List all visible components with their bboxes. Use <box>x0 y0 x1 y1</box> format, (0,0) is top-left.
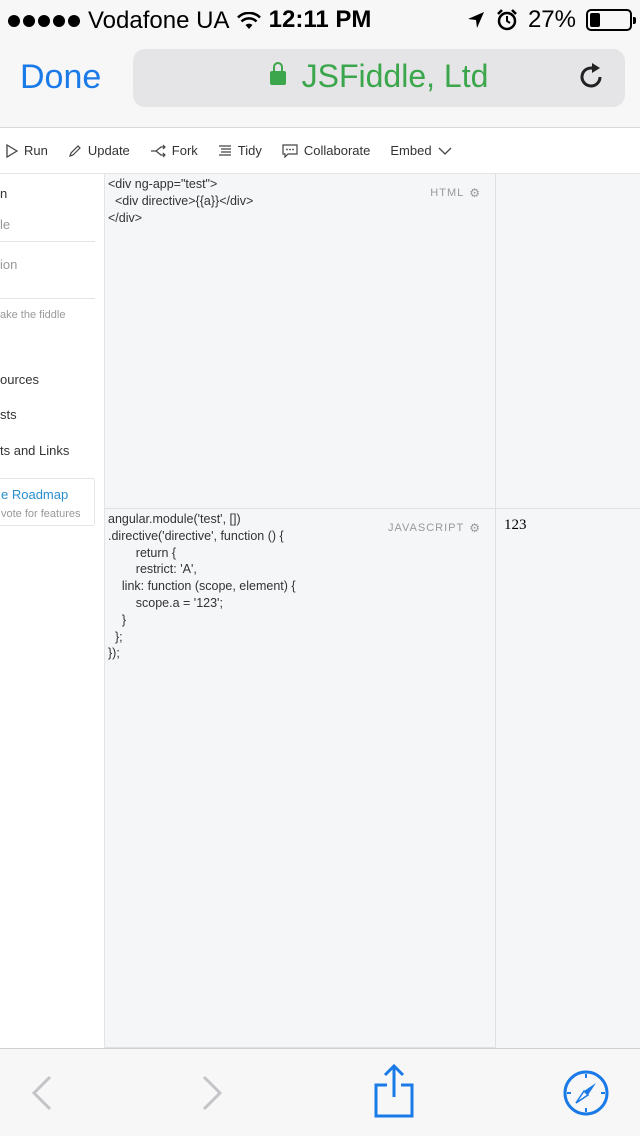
roadmap-card[interactable]: e Roadmap vote for features <box>0 478 95 526</box>
run-button[interactable]: Run <box>6 143 48 158</box>
result-output: 123 <box>504 517 527 533</box>
javascript-code[interactable]: angular.module('test', []) .directive('d… <box>108 511 296 662</box>
result-panel: 123 <box>496 509 640 1048</box>
compass-icon[interactable] <box>562 1069 610 1117</box>
sidebar-item[interactable]: ion <box>0 257 17 272</box>
fork-label: Fork <box>171 143 198 158</box>
battery-icon <box>586 9 636 31</box>
share-icon[interactable] <box>372 1063 416 1119</box>
divider <box>0 241 95 242</box>
gear-icon[interactable]: ⚙ <box>469 521 481 535</box>
sidebar-item[interactable]: le <box>0 217 10 232</box>
javascript-editor-panel[interactable]: angular.module('test', []) .directive('d… <box>105 509 496 1048</box>
back-arrow-icon[interactable] <box>20 1071 64 1115</box>
divider <box>0 298 95 299</box>
play-icon <box>6 143 18 158</box>
sidebar-item[interactable]: n <box>0 186 7 201</box>
done-button[interactable]: Done <box>20 58 101 97</box>
status-bar: Vodafone UA 12:11 PM 27% <box>0 0 640 40</box>
roadmap-title: e Roadmap <box>1 487 69 502</box>
sidebar-item-resources[interactable]: ources <box>0 372 39 387</box>
fork-button[interactable]: Fork <box>150 143 198 158</box>
chevron-down-icon <box>438 147 452 155</box>
lock-icon <box>269 62 286 85</box>
location-arrow-icon <box>467 12 484 28</box>
html-panel-label: HTML ⚙ <box>430 186 481 200</box>
roadmap-subtitle: vote for features <box>1 508 81 520</box>
run-label: Run <box>24 143 48 158</box>
html-code[interactable]: <div ng-app="test"> <div directive>{{a}}… <box>108 176 253 226</box>
pencil-icon <box>68 144 81 157</box>
address-bar[interactable]: JSFiddle, Ltd <box>133 49 625 107</box>
tidy-icon <box>218 144 231 156</box>
sidebar-item-links[interactable]: ts and Links <box>0 443 69 458</box>
left-sidebar: n le ion ake the fiddle ources sts ts an… <box>0 174 105 1048</box>
battery-percent: 27% <box>527 6 576 33</box>
fork-icon <box>150 144 166 157</box>
browser-bottom-toolbar <box>0 1048 640 1136</box>
result-panel-top <box>496 174 640 509</box>
html-label-text: HTML <box>430 187 465 199</box>
tidy-label: Tidy <box>237 143 262 158</box>
javascript-label-text: JAVASCRIPT <box>388 522 465 534</box>
update-label: Update <box>87 143 130 158</box>
chat-icon <box>282 143 298 158</box>
collaborate-label: Collaborate <box>303 143 371 158</box>
sidebar-hint: ake the fiddle <box>0 309 66 321</box>
browser-nav-bar: Done JSFiddle, Ltd <box>0 40 640 128</box>
collaborate-button[interactable]: Collaborate <box>282 143 371 158</box>
site-name: JSFiddle, Ltd <box>301 58 489 94</box>
embed-label: Embed <box>390 143 432 158</box>
embed-button[interactable]: Embed <box>390 143 452 158</box>
update-button[interactable]: Update <box>68 143 130 158</box>
javascript-panel-label: JAVASCRIPT ⚙ <box>388 521 481 535</box>
forward-arrow-icon[interactable] <box>190 1071 234 1115</box>
sidebar-item-requests[interactable]: sts <box>0 407 17 422</box>
html-editor-panel[interactable]: <div ng-app="test"> <div directive>{{a}}… <box>105 174 496 509</box>
tidy-button[interactable]: Tidy <box>218 143 262 158</box>
alarm-clock-icon <box>497 9 517 31</box>
gear-icon[interactable]: ⚙ <box>469 186 481 200</box>
fiddle-toolbar: Run Update Fork Tidy Collaborate Embed <box>0 128 640 174</box>
reload-icon[interactable] <box>575 61 607 93</box>
